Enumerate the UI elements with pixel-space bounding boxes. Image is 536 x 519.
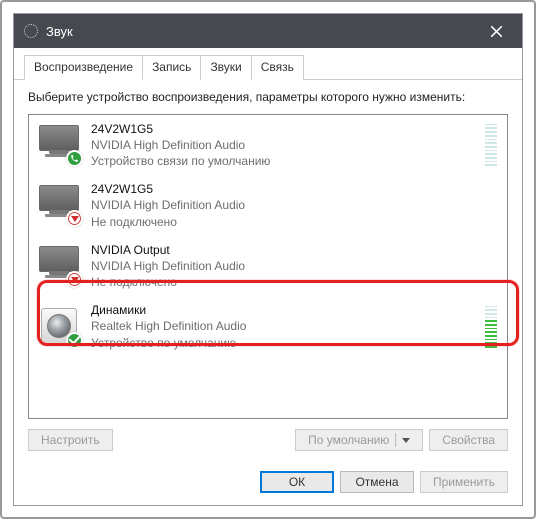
device-item[interactable]: 24V2W1G5 NVIDIA High Definition Audio Не… <box>29 175 507 236</box>
device-item[interactable]: Динамики Realtek High Definition Audio У… <box>29 296 507 357</box>
tab-communications[interactable]: Связь <box>251 55 304 80</box>
check-badge-icon <box>66 332 83 349</box>
set-default-button: По умолчанию <box>295 429 423 451</box>
configure-button: Настроить <box>28 429 113 451</box>
device-driver: NVIDIA High Definition Audio <box>91 137 475 153</box>
properties-button: Свойства <box>429 429 508 451</box>
device-status: Не подключено <box>91 274 497 290</box>
chevron-down-icon <box>402 438 410 443</box>
cancel-button[interactable]: Отмена <box>340 471 414 493</box>
sound-dialog: Звук Воспроизведение Запись Звуки Связь … <box>13 13 523 506</box>
speaker-icon <box>37 307 81 347</box>
close-button[interactable] <box>474 14 518 48</box>
device-status: Не подключено <box>91 214 497 230</box>
close-icon <box>491 26 502 37</box>
monitor-icon <box>37 125 81 165</box>
tab-playback[interactable]: Воспроизведение <box>24 55 143 80</box>
device-name: 24V2W1G5 <box>91 121 475 137</box>
apply-button: Применить <box>420 471 508 493</box>
monitor-icon <box>37 185 81 225</box>
device-driver: NVIDIA High Definition Audio <box>91 258 497 274</box>
window-title: Звук <box>46 24 474 39</box>
device-list[interactable]: 24V2W1G5 NVIDIA High Definition Audio Ус… <box>28 114 508 419</box>
device-driver: NVIDIA High Definition Audio <box>91 197 497 213</box>
device-item[interactable]: NVIDIA Output NVIDIA High Definition Aud… <box>29 236 507 297</box>
level-meter <box>485 124 497 166</box>
tab-recording[interactable]: Запись <box>142 55 201 80</box>
level-meter <box>485 306 497 348</box>
tab-strip: Воспроизведение Запись Звуки Связь <box>14 48 522 80</box>
device-name: Динамики <box>91 302 475 318</box>
tab-sounds[interactable]: Звуки <box>200 55 251 80</box>
disconnected-badge-icon <box>66 210 83 227</box>
sound-icon <box>24 24 38 38</box>
device-driver: Realtek High Definition Audio <box>91 318 475 334</box>
set-default-label: По умолчанию <box>308 433 389 447</box>
titlebar: Звук <box>14 14 522 48</box>
ok-button[interactable]: ОК <box>260 471 334 493</box>
device-item[interactable]: 24V2W1G5 NVIDIA High Definition Audio Ус… <box>29 115 507 176</box>
device-status: Устройство по умолчанию <box>91 335 475 351</box>
monitor-icon <box>37 246 81 286</box>
device-name: 24V2W1G5 <box>91 181 497 197</box>
disconnected-badge-icon <box>66 271 83 288</box>
device-status: Устройство связи по умолчанию <box>91 153 475 169</box>
device-name: NVIDIA Output <box>91 242 497 258</box>
phone-badge-icon <box>66 150 83 167</box>
instruction-text: Выберите устройство воспроизведения, пар… <box>28 90 508 106</box>
